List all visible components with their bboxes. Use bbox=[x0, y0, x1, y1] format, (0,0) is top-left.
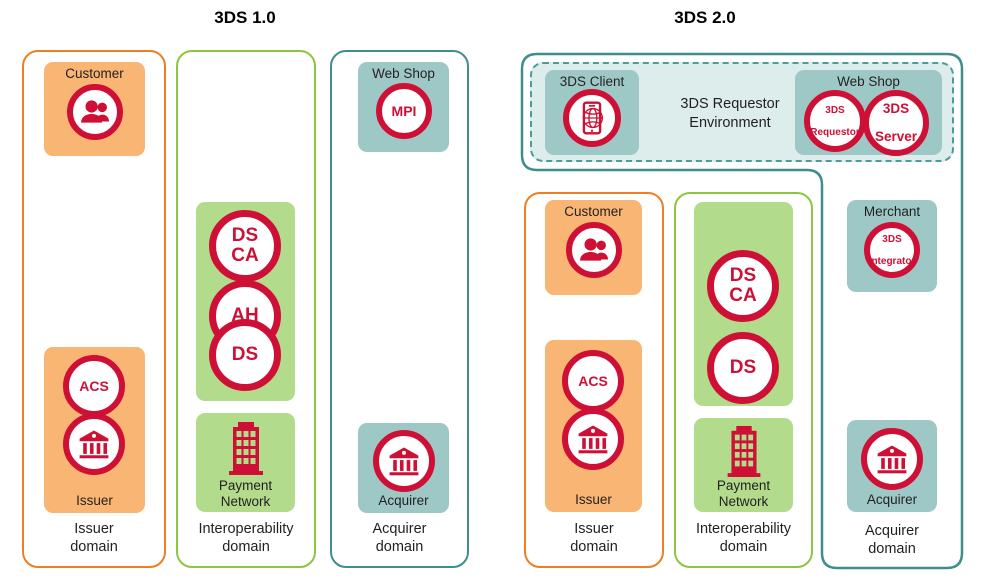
v2-threeds-client-card: 3DS Client bbox=[545, 70, 639, 155]
v2-dsca-badge: DS CA bbox=[707, 250, 779, 322]
v2-acs-badge: ACS bbox=[562, 350, 624, 412]
badge-text-value: DS CA bbox=[729, 265, 757, 306]
v2-threeds-server-badge: 3DS Server bbox=[863, 90, 929, 156]
bank-icon bbox=[861, 428, 923, 490]
badge-text-line-1: 3DS bbox=[825, 104, 845, 116]
label-line-2: domain bbox=[868, 541, 916, 557]
v2-acquirer-card: Acquirer bbox=[847, 420, 937, 512]
v2-customer-card-title: Customer bbox=[564, 204, 623, 219]
v2-customer-card: Customer bbox=[545, 200, 642, 295]
v2-merchant-card-title: Merchant bbox=[863, 204, 921, 219]
v2-threeds-requestor-badge: 3DS Requestor bbox=[804, 90, 866, 152]
v2-acquirer-card-footer: Acquirer bbox=[866, 492, 918, 507]
bank-icon bbox=[562, 408, 624, 470]
badge-text-line-2: Requestor bbox=[810, 126, 860, 138]
label-line-1: Interoperability bbox=[695, 521, 792, 537]
footer-line-1: Payment bbox=[716, 478, 771, 493]
v2-threeds-client-card-title: 3DS Client bbox=[559, 74, 625, 89]
v2-threeds-integrator-badge: 3DS Integrator bbox=[864, 222, 920, 278]
v2-interoperability-domain-label: Interoperability domain bbox=[676, 520, 811, 556]
people-icon bbox=[566, 222, 622, 278]
building-icon bbox=[723, 425, 765, 477]
diagram-canvas: 3DS 1.0 3DS 2.0 Issuer domain Interopera… bbox=[0, 0, 988, 584]
v2-issuer-card: ACS Issuer bbox=[545, 340, 642, 512]
badge-text-line-1: 3DS bbox=[882, 101, 910, 116]
env-label-line-1: 3DS Requestor bbox=[680, 96, 780, 112]
label-line-2: domain bbox=[719, 539, 768, 555]
badge-text: 3DS Server bbox=[875, 102, 917, 144]
v2-payment-network-footer: Payment Network bbox=[694, 478, 793, 510]
badge-text: 3DS Integrator bbox=[869, 234, 916, 267]
badge-text-line-2: Server bbox=[874, 129, 918, 144]
v2-ds-group-card: DS CA DS bbox=[694, 202, 793, 406]
v2-issuer-domain-label: Issuer domain bbox=[526, 520, 662, 556]
badge-text: ACS bbox=[578, 373, 608, 389]
label-line-2: domain bbox=[570, 539, 618, 555]
mobile-globe-icon bbox=[563, 89, 621, 147]
label-line-1: Acquirer bbox=[865, 523, 919, 539]
v2-payment-network-card: Payment Network bbox=[694, 418, 793, 512]
v2-requestor-environment-label: 3DS Requestor Environment bbox=[650, 95, 810, 133]
badge-text-line-1: 3DS bbox=[882, 233, 902, 245]
v2-ds-badge: DS bbox=[707, 332, 779, 404]
v2-merchant-card: Merchant 3DS Integrator bbox=[847, 200, 937, 292]
badge-text: DS CA bbox=[729, 266, 756, 306]
badge-text-line-2: Integrator bbox=[868, 255, 916, 267]
v2-acquirer-domain-label: Acquirer domain bbox=[822, 522, 962, 558]
badge-text: 3DS Requestor bbox=[810, 105, 859, 138]
env-label-line-2: Environment bbox=[689, 115, 771, 131]
footer-line-2: Network bbox=[718, 494, 769, 509]
v2-issuer-card-footer: Issuer bbox=[575, 492, 612, 507]
v2-web-shop-card: Web Shop 3DS Requestor 3DS Server bbox=[795, 70, 942, 156]
label-line-1: Issuer bbox=[574, 521, 614, 537]
badge-text: DS bbox=[729, 357, 757, 378]
v2-web-shop-card-title: Web Shop bbox=[837, 74, 900, 89]
